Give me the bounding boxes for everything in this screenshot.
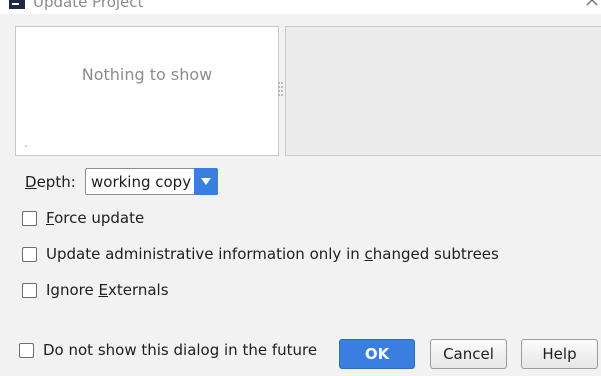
pane-splitter-handle[interactable] (278, 80, 284, 100)
cancel-button[interactable]: Cancel (430, 339, 507, 369)
force-update-checkbox[interactable] (22, 210, 37, 226)
details-pane (285, 26, 601, 156)
depth-label-rest: epth: (36, 173, 76, 191)
update-admin-info-label: Update administrative information only i… (46, 245, 499, 263)
help-button[interactable]: Help (521, 339, 598, 369)
depth-dropdown-arrow-button[interactable] (194, 168, 218, 195)
dialog-title: Update Project (33, 0, 144, 11)
pane-corner-mark (25, 145, 27, 147)
force-update-label: Force update (46, 209, 145, 227)
ignore-externals-checkbox[interactable] (22, 282, 37, 298)
update-admin-info-checkbox[interactable] (22, 246, 37, 262)
depth-label-mnemonic: D (25, 173, 37, 191)
ignore-externals-option[interactable]: Ignore Externals (22, 280, 169, 300)
update-admin-info-option[interactable]: Update administrative information only i… (22, 244, 499, 264)
chevron-down-icon (201, 178, 211, 185)
depth-dropdown[interactable]: working copy (85, 168, 218, 195)
changes-list-pane[interactable]: Nothing to show (15, 26, 279, 156)
ok-button[interactable]: OK (339, 339, 415, 369)
depth-label: Depth: (25, 173, 76, 191)
dont-show-again-option[interactable]: Do not show this dialog in the future (19, 340, 317, 360)
force-update-option[interactable]: Force update (22, 208, 144, 228)
app-icon (9, 0, 25, 9)
ignore-externals-label: Ignore Externals (46, 281, 169, 299)
close-icon[interactable] (584, 0, 600, 8)
empty-list-text: Nothing to show (81, 65, 213, 84)
title-bar: Update Project (0, 0, 601, 14)
dont-show-again-checkbox[interactable] (19, 342, 34, 358)
dont-show-again-label: Do not show this dialog in the future (43, 341, 318, 359)
depth-selected-value: working copy (91, 173, 192, 191)
